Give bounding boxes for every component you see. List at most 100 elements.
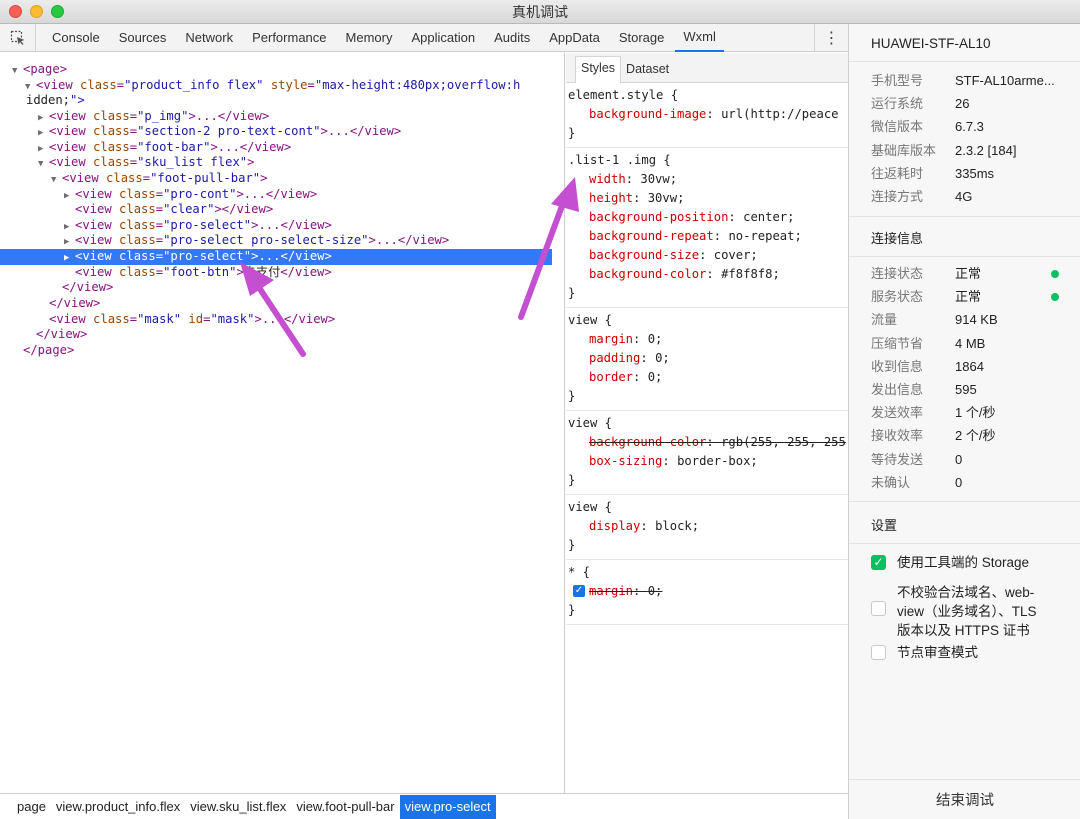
skip-domain-check-checkbox[interactable]	[871, 601, 886, 616]
css-property[interactable]: background-repeat: no-repeat;	[568, 227, 848, 246]
css-property[interactable]: background-position: center;	[568, 208, 848, 227]
tree-node[interactable]: ▶ <view class="pro-select">...</view>	[0, 218, 552, 234]
tree-node-text: <page>	[23, 62, 68, 76]
tree-node-selected[interactable]: ▶ <view class="pro-select">...</view>	[0, 249, 552, 265]
tree-node[interactable]: </view>	[0, 280, 552, 296]
breadcrumb-item[interactable]: page	[12, 795, 51, 819]
tab-performance[interactable]: Performance	[244, 24, 334, 52]
node-inspect-mode-label: 节点审查模式	[897, 645, 978, 660]
tab-audits[interactable]: Audits	[486, 24, 538, 52]
breadcrumb-item[interactable]: view.sku_list.flex	[185, 795, 291, 819]
more-options-button[interactable]: ⋮	[814, 24, 848, 52]
tab-appdata[interactable]: AppData	[541, 24, 608, 52]
property-text: padding: 0;	[589, 351, 670, 365]
rule-selector[interactable]: .list-1 .img {	[568, 151, 848, 170]
breadcrumb-item[interactable]: view.foot-pull-bar	[291, 795, 399, 819]
tab-sources[interactable]: Sources	[111, 24, 175, 52]
info-row: 未确认 0	[871, 474, 962, 492]
tree-node[interactable]: </view>	[0, 327, 552, 343]
css-rule: view {background-color: rgb(255, 255, 25…	[566, 411, 848, 495]
tree-node-text: </view>	[36, 327, 88, 341]
info-key: 连接方式	[871, 189, 924, 204]
tree-node[interactable]: <view class="clear"></view>	[0, 202, 552, 218]
tab-styles[interactable]: Styles	[575, 56, 622, 83]
zoom-window-button[interactable]	[51, 5, 64, 18]
node-inspect-mode-checkbox[interactable]	[871, 645, 886, 660]
css-property[interactable]: background-size: cover;	[568, 246, 848, 265]
css-property[interactable]: margin: 0;	[568, 330, 848, 349]
css-property[interactable]: padding: 0;	[568, 349, 848, 368]
tab-network[interactable]: Network	[177, 24, 241, 52]
css-property[interactable]: box-sizing: border-box;	[568, 452, 848, 471]
inspect-element-button[interactable]	[0, 23, 36, 52]
css-property[interactable]: background-image: url(http://peace	[568, 105, 848, 124]
info-value: 914 KB	[955, 312, 998, 328]
tree-node[interactable]: <view class="mask" id="mask">...</view>	[0, 312, 552, 328]
info-row: 等待发送 0	[871, 451, 962, 469]
rule-selector[interactable]: view {	[568, 498, 848, 517]
tree-node[interactable]: ▶ <view class="pro-cont">...</view>	[0, 187, 552, 203]
breadcrumb-item[interactable]: view.pro-select	[399, 794, 496, 819]
rule-selector[interactable]: element.style {	[568, 86, 848, 105]
status-indicator-dot	[1051, 270, 1059, 278]
use-tool-storage-checkbox[interactable]: ✓	[871, 555, 886, 570]
tree-node[interactable]: ▼ <page>	[0, 62, 552, 78]
tree-node[interactable]: ▶ <view class="p_img">...</view>	[0, 109, 552, 125]
tab-wxml[interactable]: Wxml	[675, 24, 724, 52]
device-info-panel: HUAWEI-STF-AL10 手机型号 STF-AL10arme... 运行系统 2…	[848, 24, 1080, 819]
tree-node[interactable]: ▼ <view class="product_info flex" style="…	[0, 78, 552, 94]
skip-domain-check-label: 不校验合法域名、web- view（业务域名）、TLS 版本以及 HTTPS 证…	[897, 583, 1037, 640]
tree-node-text: <view class="pro-cont">...</view>	[75, 187, 318, 201]
tree-node[interactable]: idden;">	[0, 93, 552, 109]
tree-node[interactable]: ▶ <view class="section-2 pro-text-cont">.…	[0, 124, 552, 140]
property-text: width: 30vw;	[589, 172, 678, 186]
css-property[interactable]: border: 0;	[568, 368, 848, 387]
breadcrumb-item[interactable]: view.product_info.flex	[51, 795, 185, 819]
tree-node[interactable]: ▶ <view class="pro-select pro-select-size…	[0, 233, 552, 249]
tree-node-text: <view class="foot-pull-bar">	[62, 171, 268, 185]
info-value: 4G	[955, 189, 973, 204]
css-rule: view {display: block;}	[566, 495, 848, 560]
css-property[interactable]: background-color: rgb(255, 255, 255	[568, 433, 848, 452]
window-titlebar: 真机调试	[0, 0, 1080, 24]
css-property[interactable]: ✓ margin: 0;	[568, 582, 848, 601]
info-key: 接收效率	[871, 428, 924, 444]
tree-node[interactable]: ▶ <view class="foot-bar">...</view>	[0, 140, 552, 156]
tab-storage[interactable]: Storage	[611, 24, 673, 52]
end-debug-button[interactable]: 结束调试	[849, 779, 1080, 819]
tree-node[interactable]: ▼ <view class="sku_list flex">	[0, 155, 552, 171]
rule-selector[interactable]: * {	[568, 563, 848, 582]
tab-dataset[interactable]: Dataset	[621, 58, 674, 82]
rule-close-brace: }	[568, 389, 576, 403]
styles-tabs: Styles Dataset	[566, 53, 848, 83]
rule-selector[interactable]: view {	[568, 311, 848, 330]
info-value: 0	[955, 451, 963, 467]
property-toggle-checkbox[interactable]: ✓	[573, 585, 585, 597]
info-row: 接收效率 2 个/秒	[871, 427, 995, 445]
tab-application[interactable]: Application	[403, 24, 483, 52]
info-row: 压缩节省 4 MB	[871, 335, 985, 353]
tree-node[interactable]: </page>	[0, 343, 552, 359]
tree-node[interactable]: </view>	[0, 296, 552, 312]
rule-selector[interactable]: view {	[568, 414, 848, 433]
css-property[interactable]: display: block;	[568, 517, 848, 536]
info-key: 发送效率	[871, 405, 924, 421]
css-property[interactable]: height: 30vw;	[568, 189, 848, 208]
css-property[interactable]: background-color: #f8f8f8;	[568, 265, 848, 284]
info-value: 2 个/秒	[955, 428, 996, 444]
css-rule: element.style {background-image: url(htt…	[566, 83, 848, 148]
use-tool-storage-label: 使用工具端的 Storage	[897, 555, 1030, 570]
tree-node-text: <view class="p_img">...</view>	[49, 109, 270, 123]
info-value: 1864	[955, 358, 984, 374]
minimize-window-button[interactable]	[30, 5, 43, 18]
tab-console[interactable]: Console	[44, 24, 108, 52]
tree-node[interactable]: ▼ <view class="foot-pull-bar">	[0, 171, 552, 187]
tab-memory[interactable]: Memory	[338, 24, 401, 52]
css-property[interactable]: width: 30vw;	[568, 170, 848, 189]
device-name: HUAWEI-STF-AL10	[871, 35, 991, 51]
info-row: 基础库版本 2.3.2 [184]	[871, 142, 1016, 160]
tree-node-text: <view class="product_info flex" style="m…	[36, 78, 521, 92]
close-window-button[interactable]	[9, 5, 22, 18]
tree-node-text: <view class="mask" id="mask">...</view>	[49, 312, 336, 326]
tree-node[interactable]: <view class="foot-btn">去支付</view>	[0, 265, 552, 281]
